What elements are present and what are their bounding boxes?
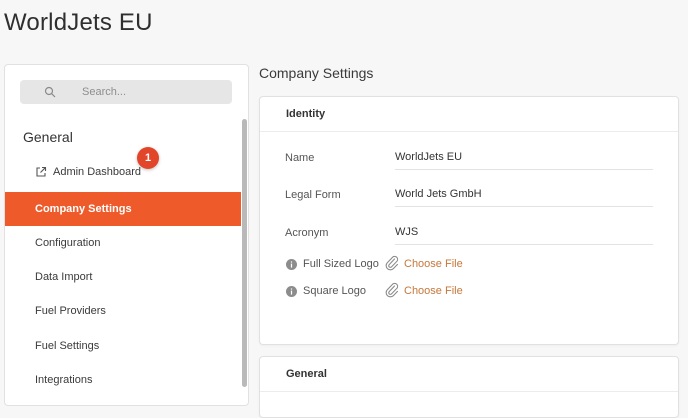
sidebar-scrollbar-thumb[interactable]	[242, 119, 247, 387]
acronym-label: Acronym	[285, 227, 329, 239]
full-sized-logo-label: Full Sized Logo	[303, 258, 379, 270]
square-logo-label: Square Logo	[303, 285, 366, 297]
sidebar-item-label: Data Import	[35, 271, 93, 283]
sidebar-item-integrations[interactable]: Integrations	[5, 363, 241, 397]
sidebar-item-label: Company Settings	[35, 203, 132, 215]
square-logo-choose-file-link[interactable]: Choose File	[404, 285, 463, 297]
sidebar-item-data-import[interactable]: Data Import	[5, 260, 241, 294]
identity-card-header: Identity	[260, 97, 678, 132]
sidebar-item-admin-dashboard[interactable]: Admin Dashboard	[5, 155, 241, 189]
legal-form-field[interactable]: World Jets GmbH	[395, 182, 653, 207]
identity-card: Identity Name WorldJets EU Legal Form Wo…	[259, 96, 679, 345]
search-icon	[44, 86, 56, 98]
sidebar-item-configuration[interactable]: Configuration	[5, 226, 241, 260]
sidebar: General Admin Dashboard 1 Company Settin…	[4, 64, 249, 406]
paperclip-icon	[385, 255, 399, 271]
page-title: Company Settings	[259, 65, 374, 81]
sidebar-group-heading: General	[23, 129, 73, 145]
full-sized-logo-choose-file-link[interactable]: Choose File	[404, 258, 463, 270]
notification-badge: 1	[137, 147, 159, 169]
paperclip-icon	[385, 282, 399, 298]
search-box[interactable]	[20, 80, 232, 104]
info-icon[interactable]	[286, 259, 297, 270]
info-icon[interactable]	[286, 286, 297, 297]
sidebar-item-company-settings[interactable]: Company Settings	[5, 192, 241, 226]
sidebar-item-label: Admin Dashboard	[53, 166, 142, 178]
acronym-field[interactable]: WJS	[395, 220, 653, 245]
name-field[interactable]: WorldJets EU	[395, 145, 653, 170]
sidebar-item-label: Configuration	[35, 237, 101, 249]
search-input[interactable]	[82, 80, 222, 104]
general-card: General	[259, 356, 679, 418]
legal-form-label: Legal Form	[285, 189, 341, 201]
sidebar-item-label: Fuel Settings	[35, 340, 100, 352]
sidebar-item-label: Fuel Providers	[35, 305, 106, 317]
sidebar-item-label: Integrations	[35, 374, 93, 386]
sidebar-item-fuel-providers[interactable]: Fuel Providers	[5, 294, 241, 328]
general-card-header: General	[260, 357, 678, 392]
app-title: WorldJets EU	[4, 9, 153, 36]
external-link-icon	[36, 166, 47, 177]
sidebar-item-fuel-settings[interactable]: Fuel Settings	[5, 329, 241, 363]
name-label: Name	[285, 152, 315, 164]
